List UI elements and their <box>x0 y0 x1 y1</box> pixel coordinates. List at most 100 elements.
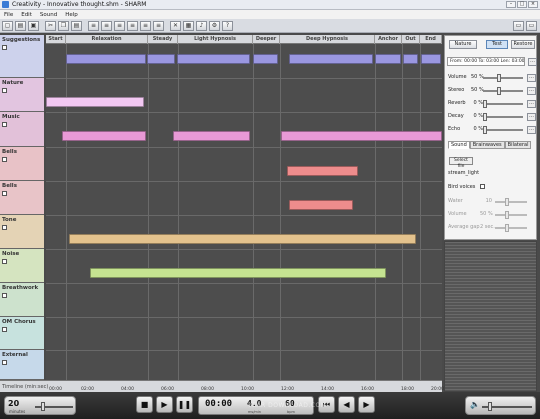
param-slider-knob[interactable] <box>483 113 487 121</box>
segment-deeper[interactable]: Deeper <box>253 35 280 44</box>
clip[interactable] <box>147 54 175 64</box>
play-icon[interactable]: ▶ <box>156 396 173 413</box>
volume-control[interactable]: 🔈 <box>465 396 536 415</box>
tab-sound[interactable]: Sound <box>448 141 470 149</box>
clip[interactable] <box>421 54 441 64</box>
track-enable-checkbox[interactable] <box>2 157 7 162</box>
param-slider-knob[interactable] <box>483 126 487 134</box>
clip[interactable] <box>173 131 250 141</box>
track-enable-checkbox[interactable] <box>2 259 7 264</box>
list-icon[interactable]: ≡ <box>88 20 99 31</box>
track-noise[interactable]: Noise <box>0 249 44 283</box>
save-icon[interactable]: ▣ <box>28 20 39 31</box>
clip[interactable] <box>66 54 146 64</box>
bird-slider-knob[interactable] <box>505 211 509 219</box>
restore-button[interactable]: Restore <box>511 40 535 49</box>
segment-deep-hypnosis[interactable]: Deep Hypnosis <box>280 35 375 44</box>
select-file-button[interactable]: Select file <box>449 157 473 169</box>
clip[interactable] <box>90 268 386 278</box>
segment-relaxation[interactable]: Relaxation <box>66 35 148 44</box>
track-breathwork[interactable]: Breathwork <box>0 283 44 317</box>
clip[interactable] <box>69 234 416 244</box>
segment-end[interactable]: End <box>420 35 442 44</box>
menu-edit[interactable]: Edit <box>21 12 32 18</box>
forward-icon[interactable]: ▶ <box>358 396 375 413</box>
param-slider-knob[interactable] <box>497 74 501 82</box>
clip[interactable] <box>375 54 401 64</box>
tab-bilateral[interactable]: Bilateral <box>504 141 532 149</box>
tab-brainwaves[interactable]: Brainwaves <box>469 141 505 149</box>
stop-icon[interactable]: ■ <box>136 396 153 413</box>
clip[interactable] <box>289 54 373 64</box>
zoom-out-icon[interactable]: ▭ <box>513 21 524 31</box>
track-enable-checkbox[interactable] <box>2 45 7 50</box>
bird-slider-knob[interactable] <box>505 224 509 232</box>
time-edit-button[interactable]: … <box>528 58 537 66</box>
list-icon[interactable]: ≡ <box>127 20 138 31</box>
track-enable-checkbox[interactable] <box>2 191 7 196</box>
param-slider-knob[interactable] <box>497 87 501 95</box>
rewind-icon[interactable]: ◀ <box>338 396 355 413</box>
volume-slider-knob[interactable] <box>488 402 492 411</box>
delete-icon[interactable]: ✕ <box>170 20 181 31</box>
grid-icon[interactable]: ▦ <box>183 20 194 31</box>
new-icon[interactable]: ▢ <box>2 20 13 31</box>
track-tone[interactable]: Tone <box>0 215 44 249</box>
track-om-chorus[interactable]: OM Chorus <box>0 317 44 350</box>
pause-icon[interactable]: ❚❚ <box>176 396 193 413</box>
duration-slider-knob[interactable] <box>41 402 45 411</box>
list-icon[interactable]: ≡ <box>153 20 164 31</box>
timeline-grid[interactable]: Start Relaxation Steady Light Hypnosis Deepe… <box>46 35 442 380</box>
segment-start[interactable]: Start <box>46 35 66 44</box>
gear-icon[interactable]: ⚙ <box>209 20 220 31</box>
zoom-in-icon[interactable]: ▭ <box>526 21 537 31</box>
clip[interactable] <box>403 54 418 64</box>
segment-out[interactable]: Out <box>402 35 420 44</box>
cut-icon[interactable]: ✂ <box>45 20 56 31</box>
track-enable-checkbox[interactable] <box>2 360 7 365</box>
help-icon[interactable]: ? <box>222 20 233 31</box>
track-external[interactable]: External <box>0 350 44 380</box>
param-edit-button[interactable]: … <box>527 74 536 82</box>
track-bells[interactable]: Bells <box>0 147 44 181</box>
track-suggestions[interactable]: Suggestions <box>0 35 44 78</box>
maximize-icon[interactable]: □ <box>517 1 527 8</box>
param-slider-knob[interactable] <box>483 100 487 108</box>
track-enable-checkbox[interactable] <box>2 88 7 93</box>
track-enable-checkbox[interactable] <box>2 327 7 332</box>
close-icon[interactable]: × <box>528 1 538 8</box>
menu-help[interactable]: Help <box>65 12 78 18</box>
nature-button[interactable]: Nature <box>449 40 477 49</box>
speaker-icon[interactable]: ♪ <box>196 20 207 31</box>
clip[interactable] <box>281 131 442 141</box>
list-icon[interactable]: ≡ <box>114 20 125 31</box>
clip[interactable] <box>46 97 144 107</box>
duration-control[interactable]: 20 minutes <box>4 396 76 415</box>
bird-slider-knob[interactable] <box>505 198 509 206</box>
track-music[interactable]: Music <box>0 112 44 147</box>
time-range-field[interactable]: From: 00:00 To: 03:00 Len: 03:00 <box>447 57 525 66</box>
param-edit-button[interactable]: … <box>527 113 536 121</box>
param-edit-button[interactable]: … <box>527 87 536 95</box>
copy-icon[interactable]: ❐ <box>58 20 69 31</box>
track-bells[interactable]: Bells <box>0 181 44 215</box>
clip[interactable] <box>289 200 353 210</box>
menu-sound[interactable]: Sound <box>40 12 57 18</box>
param-edit-button[interactable]: … <box>527 126 536 134</box>
segment-steady[interactable]: Steady <box>148 35 178 44</box>
param-edit-button[interactable]: … <box>527 100 536 108</box>
open-icon[interactable]: ▤ <box>15 20 26 31</box>
track-enable-checkbox[interactable] <box>2 122 7 127</box>
clip[interactable] <box>177 54 250 64</box>
list-icon[interactable]: ≡ <box>101 20 112 31</box>
track-enable-checkbox[interactable] <box>2 293 7 298</box>
track-nature[interactable]: Nature <box>0 78 44 112</box>
minimize-icon[interactable]: – <box>506 1 516 8</box>
list-icon[interactable]: ≡ <box>140 20 151 31</box>
clip[interactable] <box>287 166 358 176</box>
clip[interactable] <box>253 54 278 64</box>
bird-voices-checkbox[interactable] <box>479 184 485 189</box>
track-enable-checkbox[interactable] <box>2 225 7 230</box>
segment-anchor[interactable]: Anchor <box>375 35 402 44</box>
test-button[interactable]: Test <box>486 40 508 49</box>
